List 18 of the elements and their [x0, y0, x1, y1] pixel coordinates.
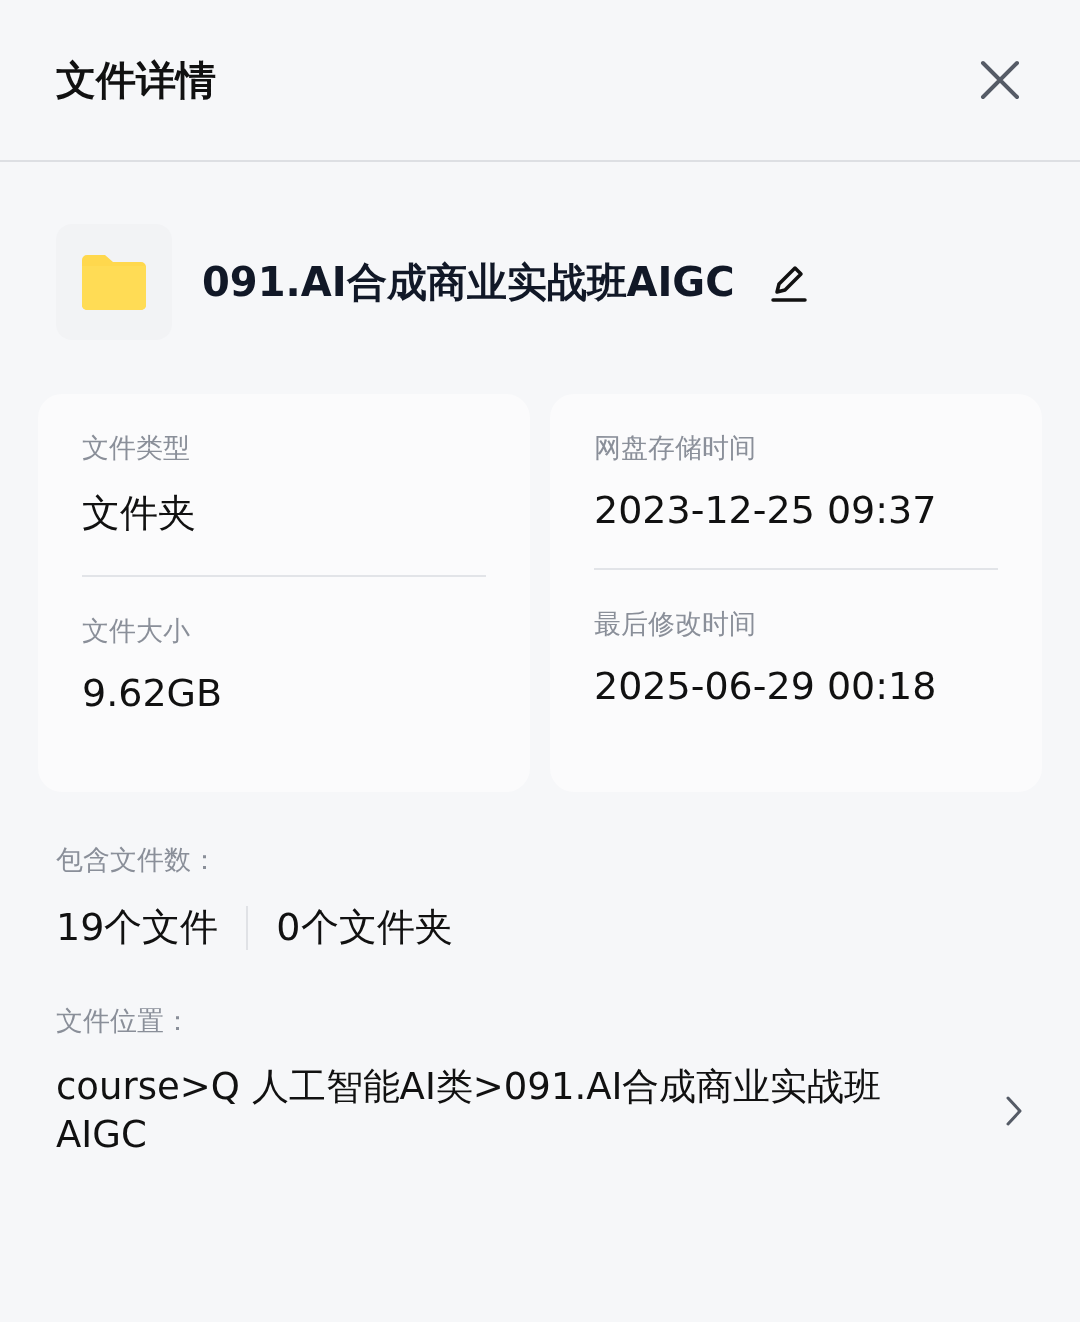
folder-icon: [82, 254, 146, 310]
location-path[interactable]: course>Q 人工智能AI类>091.AI合成商业实战班AIGC: [56, 1063, 936, 1159]
close-icon[interactable]: [980, 60, 1020, 100]
field-value: 9.62GB: [82, 671, 224, 715]
field-value: 2025-06-29 00:18: [594, 664, 938, 708]
file-name: 091.AI合成商业实战班AIGC: [202, 257, 735, 307]
field-label: 文件大小: [82, 614, 191, 648]
section-label: 包含文件数：: [56, 843, 219, 877]
field-value: 2023-12-25 09:37: [594, 488, 938, 532]
dialog-title: 文件详情: [56, 55, 216, 105]
count-text: 0个文件夹: [276, 904, 453, 951]
count-text: 19个文件: [56, 904, 219, 951]
field-label: 文件类型: [82, 431, 191, 465]
field-value: 文件夹: [82, 490, 197, 537]
chevron-right-icon[interactable]: [1004, 1095, 1024, 1127]
field-label: 最后修改时间: [594, 607, 757, 641]
field-label: 网盘存储时间: [594, 431, 757, 465]
section-label: 文件位置：: [56, 1004, 192, 1038]
